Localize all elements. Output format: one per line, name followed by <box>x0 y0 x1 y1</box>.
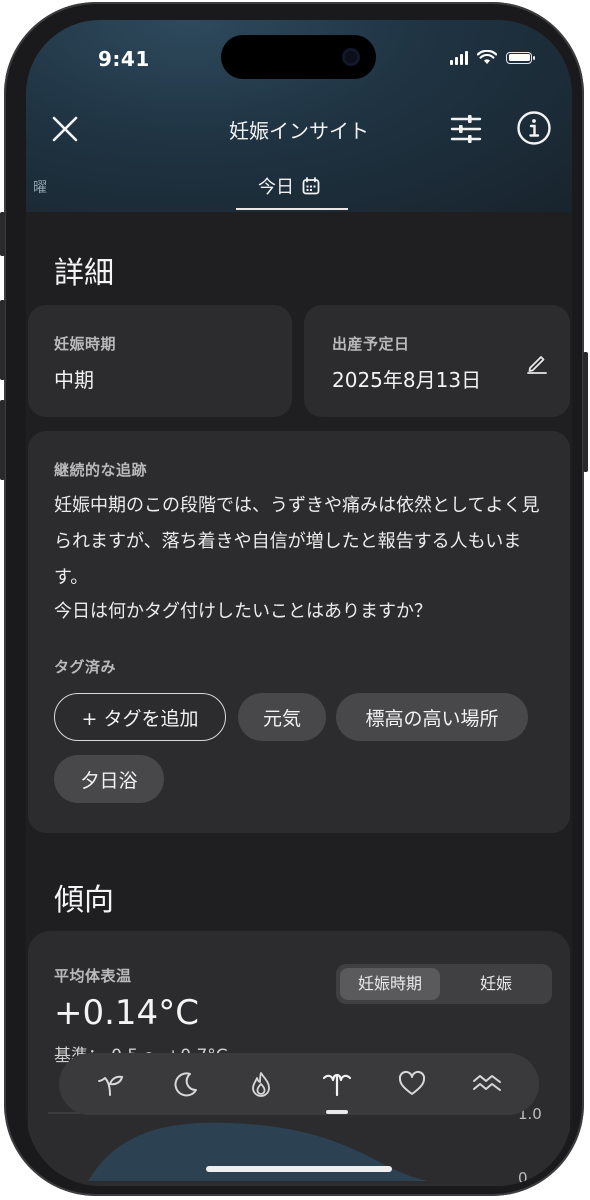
dynamic-island <box>221 35 376 79</box>
phase-label: 妊娠時期 <box>54 335 117 353</box>
section-title-details: 詳細 <box>54 256 114 291</box>
tag-chip[interactable]: 夕日浴 <box>54 755 164 803</box>
heart-icon[interactable] <box>392 1064 432 1104</box>
tracking-label: 継続的な追跡 <box>54 461 148 479</box>
camera-icon <box>342 48 360 66</box>
edit-icon[interactable] <box>526 352 548 374</box>
tagged-label: タグ済み <box>54 658 117 676</box>
tab-active-indicator <box>236 208 348 210</box>
segment-pregnancy[interactable]: 妊娠 <box>446 968 546 1000</box>
side-button <box>0 212 5 256</box>
side-button <box>583 352 588 472</box>
sprout-icon[interactable] <box>91 1064 131 1104</box>
axis-label-bottom: 0 <box>518 1169 528 1186</box>
battery-icon <box>506 51 535 64</box>
due-date-value: 2025年8月13日 <box>332 368 482 392</box>
status-time: 9:41 <box>98 47 150 71</box>
tag-chip[interactable]: 標高の高い場所 <box>336 693 528 741</box>
active-indicator <box>325 1110 348 1114</box>
tab-previous-day[interactable]: 曜 <box>33 177 47 197</box>
waves-icon[interactable] <box>467 1064 507 1104</box>
calendar-icon <box>302 177 320 195</box>
tab-today[interactable]: 今日 <box>258 173 320 199</box>
tab-today-label: 今日 <box>258 177 294 198</box>
pregnancy-icon[interactable] <box>317 1064 357 1114</box>
tracking-card: 継続的な追跡 妊娠中期のこの段階では、うずきや痛みは依然としてよく見られますが、… <box>28 431 570 833</box>
tag-chip[interactable]: 元気 <box>238 693 326 741</box>
phone-frame: 9:41 妊娠インサイト 曜 今日 詳細 妊娠時期 中期 出産予定日 2025年… <box>0 2 588 1196</box>
section-title-trends: 傾向 <box>54 883 114 918</box>
side-button <box>0 400 5 480</box>
phase-value: 中期 <box>54 368 94 392</box>
side-button <box>0 300 5 380</box>
info-icon[interactable] <box>516 110 552 146</box>
tracking-paragraph: 妊娠中期のこの段階では、うずきや痛みは依然としてよく見られますが、落ち着きや自信… <box>54 495 540 588</box>
metric-label: 平均体表温 <box>54 967 132 985</box>
sliders-icon[interactable] <box>449 112 483 146</box>
segment-phase[interactable]: 妊娠時期 <box>340 968 440 1000</box>
tracking-question: 今日は何かタグ付けしたいことはありますか？ <box>54 601 432 622</box>
home-indicator <box>206 1166 392 1172</box>
page-title: 妊娠インサイト <box>229 119 369 143</box>
wifi-icon <box>477 50 497 64</box>
due-date-label: 出産予定日 <box>332 335 410 353</box>
bottom-nav <box>59 1053 539 1115</box>
signal-icon <box>450 50 468 65</box>
due-date-card: 出産予定日 2025年8月13日 <box>304 305 570 417</box>
moon-icon[interactable] <box>166 1064 206 1104</box>
phase-card: 妊娠時期 中期 <box>28 305 292 417</box>
status-icons <box>450 50 535 65</box>
metric-value: +0.14°C <box>54 993 199 1033</box>
add-tag-button[interactable]: + タグを追加 <box>54 693 226 741</box>
segment-control: 妊娠時期 妊娠 <box>336 964 552 1004</box>
app-screen: 9:41 妊娠インサイト 曜 今日 詳細 妊娠時期 中期 出産予定日 2025年… <box>26 20 572 1186</box>
flame-icon[interactable] <box>241 1064 281 1104</box>
